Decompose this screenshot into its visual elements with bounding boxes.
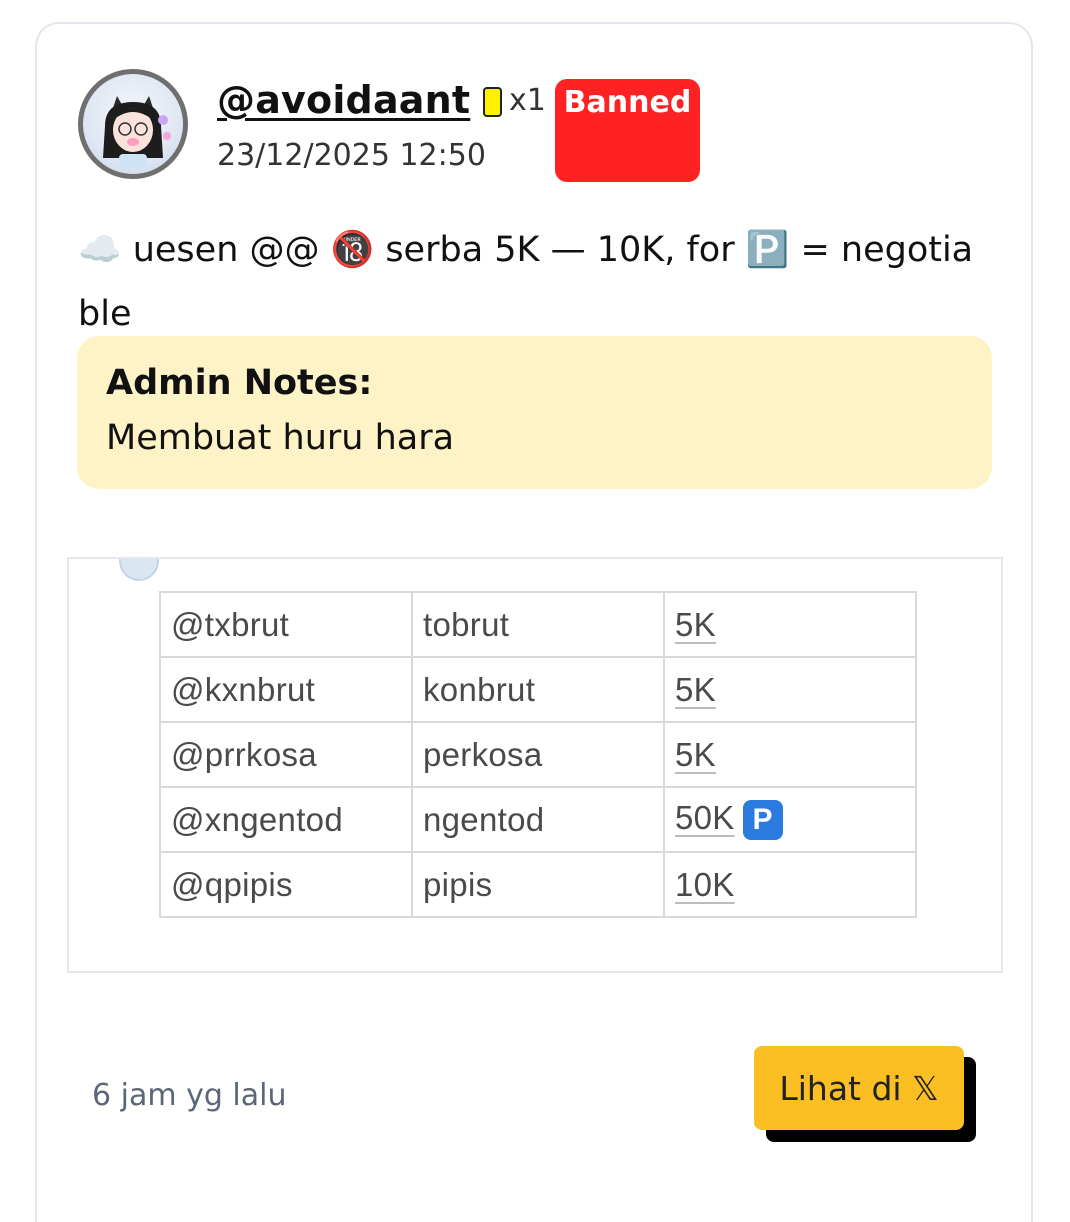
- table-cell-word: ngentod: [411, 786, 665, 853]
- price-value: 5K: [675, 605, 716, 643]
- table-cell-price: 5K: [663, 721, 917, 788]
- table-row: @txbrut tobrut 5K: [159, 591, 917, 658]
- embedded-image[interactable]: @txbrut tobrut 5K @kxnbrut konbrut 5K @p…: [67, 557, 1003, 973]
- price-value: 5K: [675, 670, 716, 708]
- table-cell-handle: @txbrut: [159, 591, 413, 658]
- table-cell-price: 5K: [663, 591, 917, 658]
- table-cell-word: perkosa: [411, 721, 665, 788]
- price-table: @txbrut tobrut 5K @kxnbrut konbrut 5K @p…: [159, 591, 917, 918]
- table-cell-handle: @prrkosa: [159, 721, 413, 788]
- warning-card-icon: [483, 87, 502, 117]
- price-value: 10K: [675, 865, 735, 903]
- parking-p-icon: P: [742, 800, 783, 841]
- table-cell-handle: @xngentod: [159, 786, 413, 853]
- post-text: ☁️ uesen @@ 🔞 serba 5K — 10K, for 🅿️ = n…: [78, 230, 974, 334]
- avatar[interactable]: [78, 69, 188, 179]
- table-row: @xngentod ngentod 50K P: [159, 786, 917, 853]
- table-cell-word: tobrut: [411, 591, 665, 658]
- price-value: 50K: [675, 798, 735, 836]
- admin-notes-box: Admin Notes: Membuat huru hara: [77, 336, 992, 489]
- admin-notes-body: Membuat huru hara: [106, 418, 455, 458]
- table-row: @qpipis pipis 10K: [159, 851, 917, 918]
- table-cell-price: 10K: [663, 851, 917, 918]
- table-row: @kxnbrut konbrut 5K: [159, 656, 917, 723]
- post-timestamp: 23/12/2025 12:50: [217, 138, 486, 173]
- view-on-x-button[interactable]: Lihat di 𝕏: [754, 1046, 964, 1130]
- table-cell-price: 50K P: [663, 786, 917, 853]
- table-cell-word: konbrut: [411, 656, 665, 723]
- table-cell-handle: @qpipis: [159, 851, 413, 918]
- embedded-avatar-fragment: [119, 559, 159, 581]
- table-cell-word: pipis: [411, 851, 665, 918]
- avatar-image: [83, 74, 183, 174]
- price-value: 5K: [675, 735, 716, 773]
- table-row: @prrkosa perkosa 5K: [159, 721, 917, 788]
- table-cell-handle: @kxnbrut: [159, 656, 413, 723]
- relative-time: 6 jam yg lalu: [92, 1078, 287, 1113]
- status-badge: Banned: [555, 79, 700, 182]
- username-link[interactable]: @avoidaant: [217, 78, 470, 122]
- admin-notes-title: Admin Notes:: [106, 363, 373, 403]
- table-cell-price: 5K: [663, 656, 917, 723]
- warning-count: x1: [509, 83, 546, 118]
